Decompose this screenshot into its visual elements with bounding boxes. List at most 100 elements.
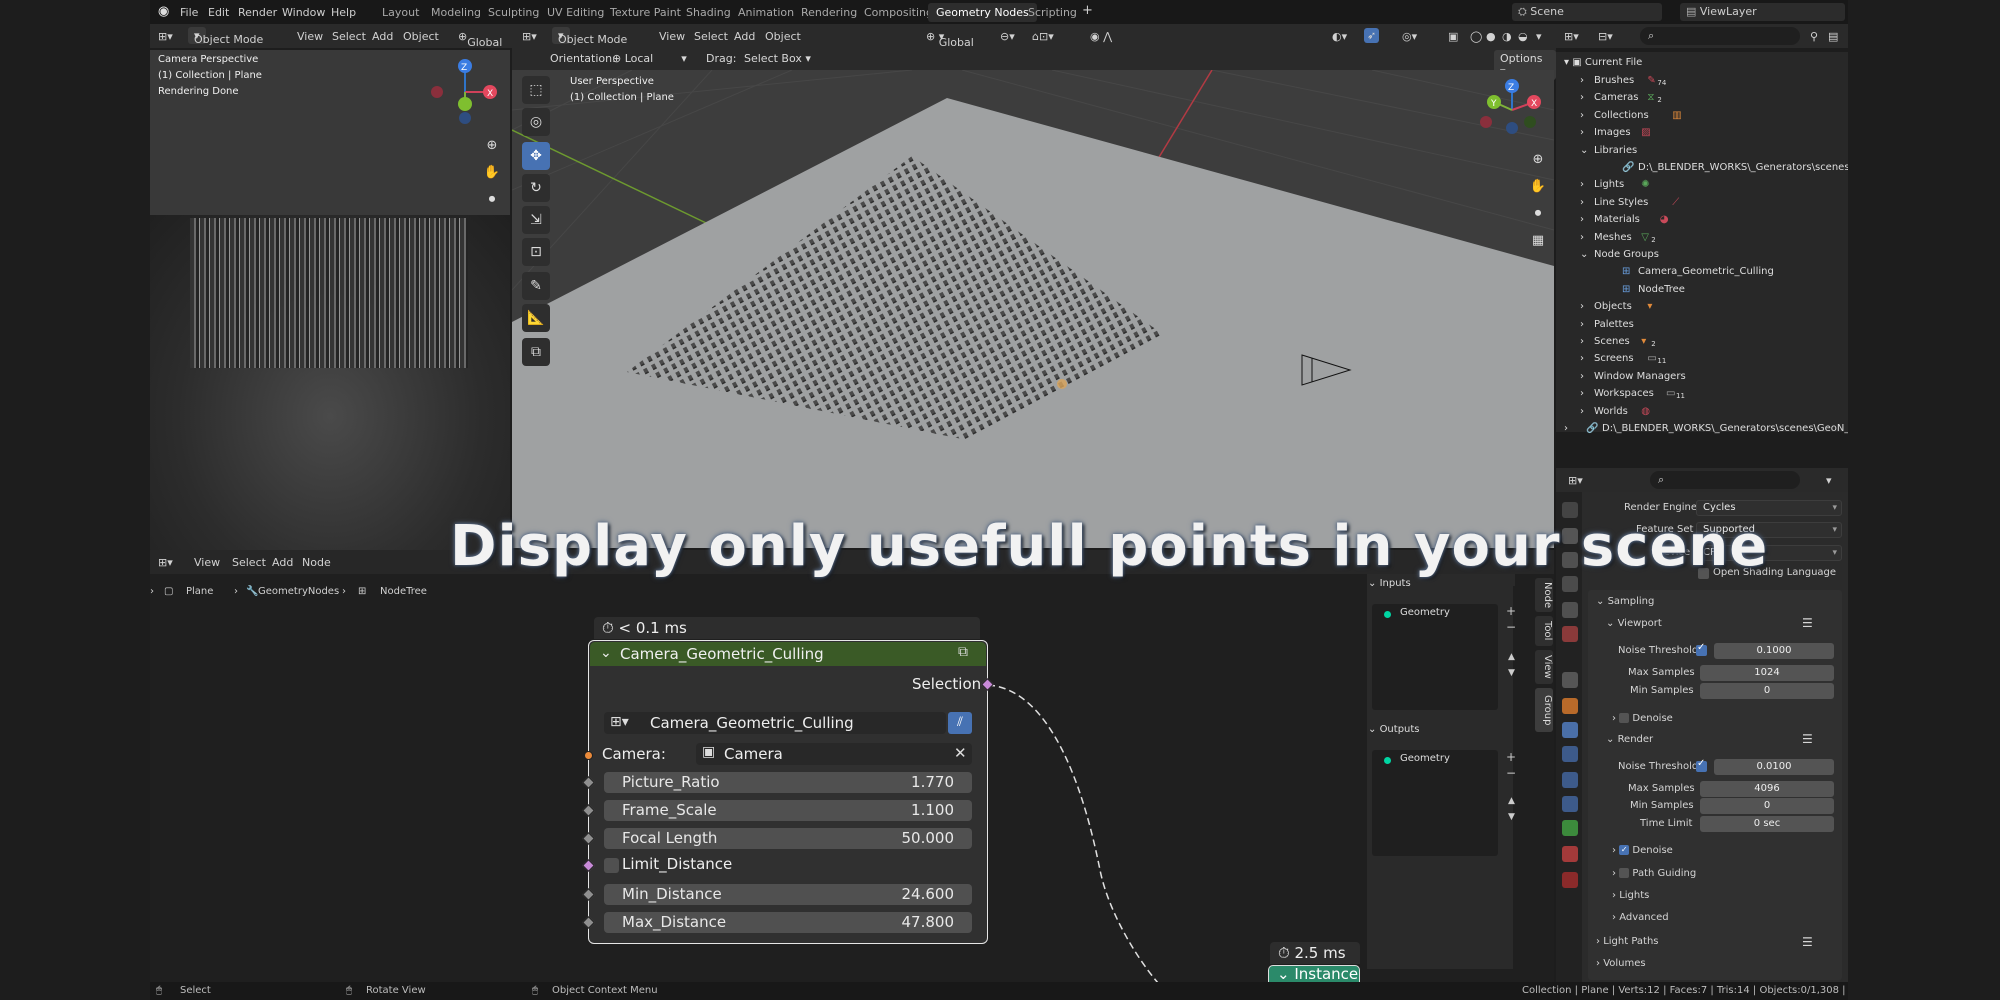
outliner-item[interactable]: › Collections ▥ (1556, 107, 1848, 125)
visibility-icon[interactable]: ◐▾ (1332, 30, 1347, 43)
texture-tab-icon[interactable] (1562, 872, 1578, 888)
list-icon[interactable]: ☰ (1802, 732, 1813, 746)
outliner-search-input[interactable]: ⌕ (1640, 27, 1800, 45)
menu-view[interactable]: View (297, 30, 323, 43)
path-guiding-subsection[interactable]: › Path Guiding (1612, 868, 1696, 879)
group-selector[interactable]: ⊞▾ Camera_Geometric_Culling (604, 712, 946, 734)
expand-chevron-icon[interactable]: › (1580, 232, 1584, 243)
r-noise-threshold-field[interactable]: 0.0100 (1714, 759, 1834, 775)
vp-min-samples-field[interactable]: 0 (1700, 683, 1834, 699)
tab-shading[interactable]: Shading (686, 6, 731, 19)
expand-chevron-icon[interactable]: ⌄ (1580, 249, 1588, 260)
zoom-icon[interactable]: ⊕ (1526, 146, 1550, 173)
node-value-field[interactable]: Min_Distance 24.600 (604, 884, 972, 905)
inputs-section[interactable]: ⌄ Inputs (1368, 578, 1411, 589)
add-workspace-button[interactable]: + (1082, 3, 1093, 18)
node-value-field[interactable]: Frame_Scale 1.100 (604, 800, 972, 821)
menu-node[interactable]: Node (302, 556, 331, 569)
tab-group[interactable]: Group (1535, 688, 1553, 732)
volumes-section[interactable]: › Volumes (1596, 958, 1646, 969)
menu-add[interactable]: Add (734, 30, 755, 43)
node-value-field[interactable]: Picture_Ratio 1.770 (604, 772, 972, 793)
shading-rendered-icon[interactable]: ◒ (1518, 30, 1528, 43)
tab-modeling[interactable]: Modeling (431, 6, 481, 19)
lights-subsection[interactable]: › Lights (1612, 890, 1649, 901)
pan-hand-icon[interactable]: ✋ (1526, 173, 1550, 200)
shading-material-icon[interactable]: ◑ (1502, 30, 1512, 43)
menu-window[interactable]: Window (282, 6, 325, 19)
new-collection-icon[interactable]: ▤ (1828, 30, 1838, 43)
expand-chevron-icon[interactable]: › (1580, 336, 1584, 347)
menu-help[interactable]: Help (331, 6, 356, 19)
tab-view[interactable]: View (1535, 650, 1553, 684)
expand-chevron-icon[interactable]: › (1580, 214, 1584, 225)
light-paths-section[interactable]: › Light Paths (1596, 936, 1659, 947)
collection-tab-icon[interactable] (1562, 672, 1578, 688)
node-header[interactable]: ⌄ Camera_Geometric_Culling ⧉ (590, 642, 986, 666)
gizmo-toggle-icon[interactable]: ➶ (1364, 28, 1380, 43)
menu-render[interactable]: Render (238, 6, 277, 19)
node-value-field[interactable]: Focal Length 50.000 (604, 828, 972, 849)
collapse-chevron-icon[interactable]: ⌄ (600, 645, 612, 661)
sampling-section[interactable]: ⌄ Sampling (1596, 596, 1654, 607)
snap-icon[interactable]: ⌂⊡▾ (1032, 30, 1054, 43)
camera-object-field[interactable]: ▣ Camera ✕ (696, 743, 972, 765)
outliner-item[interactable]: D:\_BLENDER_WORKS\_Generators\scenes\Geo… (1556, 159, 1885, 177)
menu-object[interactable]: Object (765, 30, 801, 43)
expand-chevron-icon[interactable]: › (1580, 127, 1584, 138)
remove-input-button[interactable]: − (1506, 620, 1516, 634)
clear-icon[interactable]: ✕ (954, 744, 967, 762)
material-tab-icon[interactable] (1562, 846, 1578, 862)
camera-input-socket[interactable] (584, 751, 593, 760)
expand-chevron-icon[interactable]: › (1580, 92, 1584, 103)
tab-geometry-nodes[interactable]: Geometry Nodes (928, 3, 1037, 22)
tab-sculpting[interactable]: Sculpting (488, 6, 539, 19)
menu-add[interactable]: Add (372, 30, 393, 43)
node-group-icon[interactable]: ⧉ (958, 644, 968, 660)
scene-selector[interactable]: ⛭ Scene (1512, 3, 1662, 21)
physics-tab-icon[interactable] (1562, 772, 1578, 788)
select-box-tool-icon[interactable]: ⬚ (522, 76, 550, 104)
camera-view-icon[interactable]: ⏺ (1526, 200, 1550, 227)
orientation-dropdown[interactable]: ⊕ Global ▾ (926, 30, 974, 49)
camera-view-icon[interactable]: ⏺ (480, 186, 504, 213)
outliner-item[interactable]: › Meshes ▽ 2 (1556, 229, 1848, 247)
menu-select[interactable]: Select (694, 30, 728, 43)
tab-uv-editing[interactable]: UV Editing (547, 6, 604, 19)
tab-texture-paint[interactable]: Texture Paint (610, 6, 681, 19)
view-layer-selector[interactable]: ▤ ViewLayer (1680, 3, 1845, 21)
tab-scripting[interactable]: Scripting (1028, 6, 1077, 19)
expand-chevron-icon[interactable]: › (1580, 319, 1584, 330)
world-tab-icon[interactable] (1562, 626, 1578, 642)
remove-output-button[interactable]: − (1506, 766, 1516, 780)
rotate-tool-icon[interactable]: ↻ (522, 174, 550, 202)
editor-type-icon[interactable]: ⊞▾ (158, 30, 173, 43)
particles-tab-icon[interactable] (1562, 746, 1578, 762)
pivot-icon[interactable]: ⊖▾ (1000, 30, 1015, 43)
outliner-item[interactable]: › D:\_BLENDER_WORKS\_Generators\scenes\Ge… (1556, 420, 1891, 438)
r-min-samples-field[interactable]: 0 (1700, 798, 1834, 814)
outliner-item[interactable]: › Palettes (1556, 316, 1848, 334)
r-denoise-subsection[interactable]: › ✓ Denoise (1612, 845, 1673, 856)
constraints-tab-icon[interactable] (1562, 796, 1578, 812)
menu-add[interactable]: Add (272, 556, 293, 569)
viewport-subsection[interactable]: ⌄ Viewport (1606, 618, 1662, 629)
expand-chevron-icon[interactable]: › (1580, 179, 1584, 190)
filter-icon[interactable]: ⚲ (1810, 30, 1818, 43)
expand-chevron-icon[interactable]: › (1580, 406, 1584, 417)
outliner-item[interactable]: › Workspaces ▭ 11 (1556, 385, 1848, 403)
outputs-section[interactable]: ⌄ Outputs (1368, 724, 1420, 735)
outliner-item[interactable]: › Brushes ✎ 74 (1556, 72, 1848, 90)
drag-dropdown[interactable]: Select Box ▾ (744, 52, 811, 65)
outliner-item[interactable]: › Worlds ◍ (1556, 403, 1848, 421)
move-up-output-button[interactable]: ▲ (1508, 796, 1515, 806)
expand-chevron-icon[interactable]: › (1580, 371, 1584, 382)
main-viewport[interactable]: User Perspective (1) Collection | Plane … (512, 70, 1554, 548)
scale-tool-icon[interactable]: ⇲ (522, 206, 550, 234)
move-down-output-button[interactable]: ▼ (1508, 812, 1515, 822)
render-subsection[interactable]: ⌄ Render (1606, 734, 1653, 745)
tab-node[interactable]: Node (1535, 578, 1553, 612)
editor-type-icon[interactable]: ⊞▾ (1568, 474, 1583, 487)
editor-type-icon[interactable]: ⊞▾ (522, 30, 537, 43)
shading-solid-icon[interactable]: ● (1486, 30, 1496, 43)
